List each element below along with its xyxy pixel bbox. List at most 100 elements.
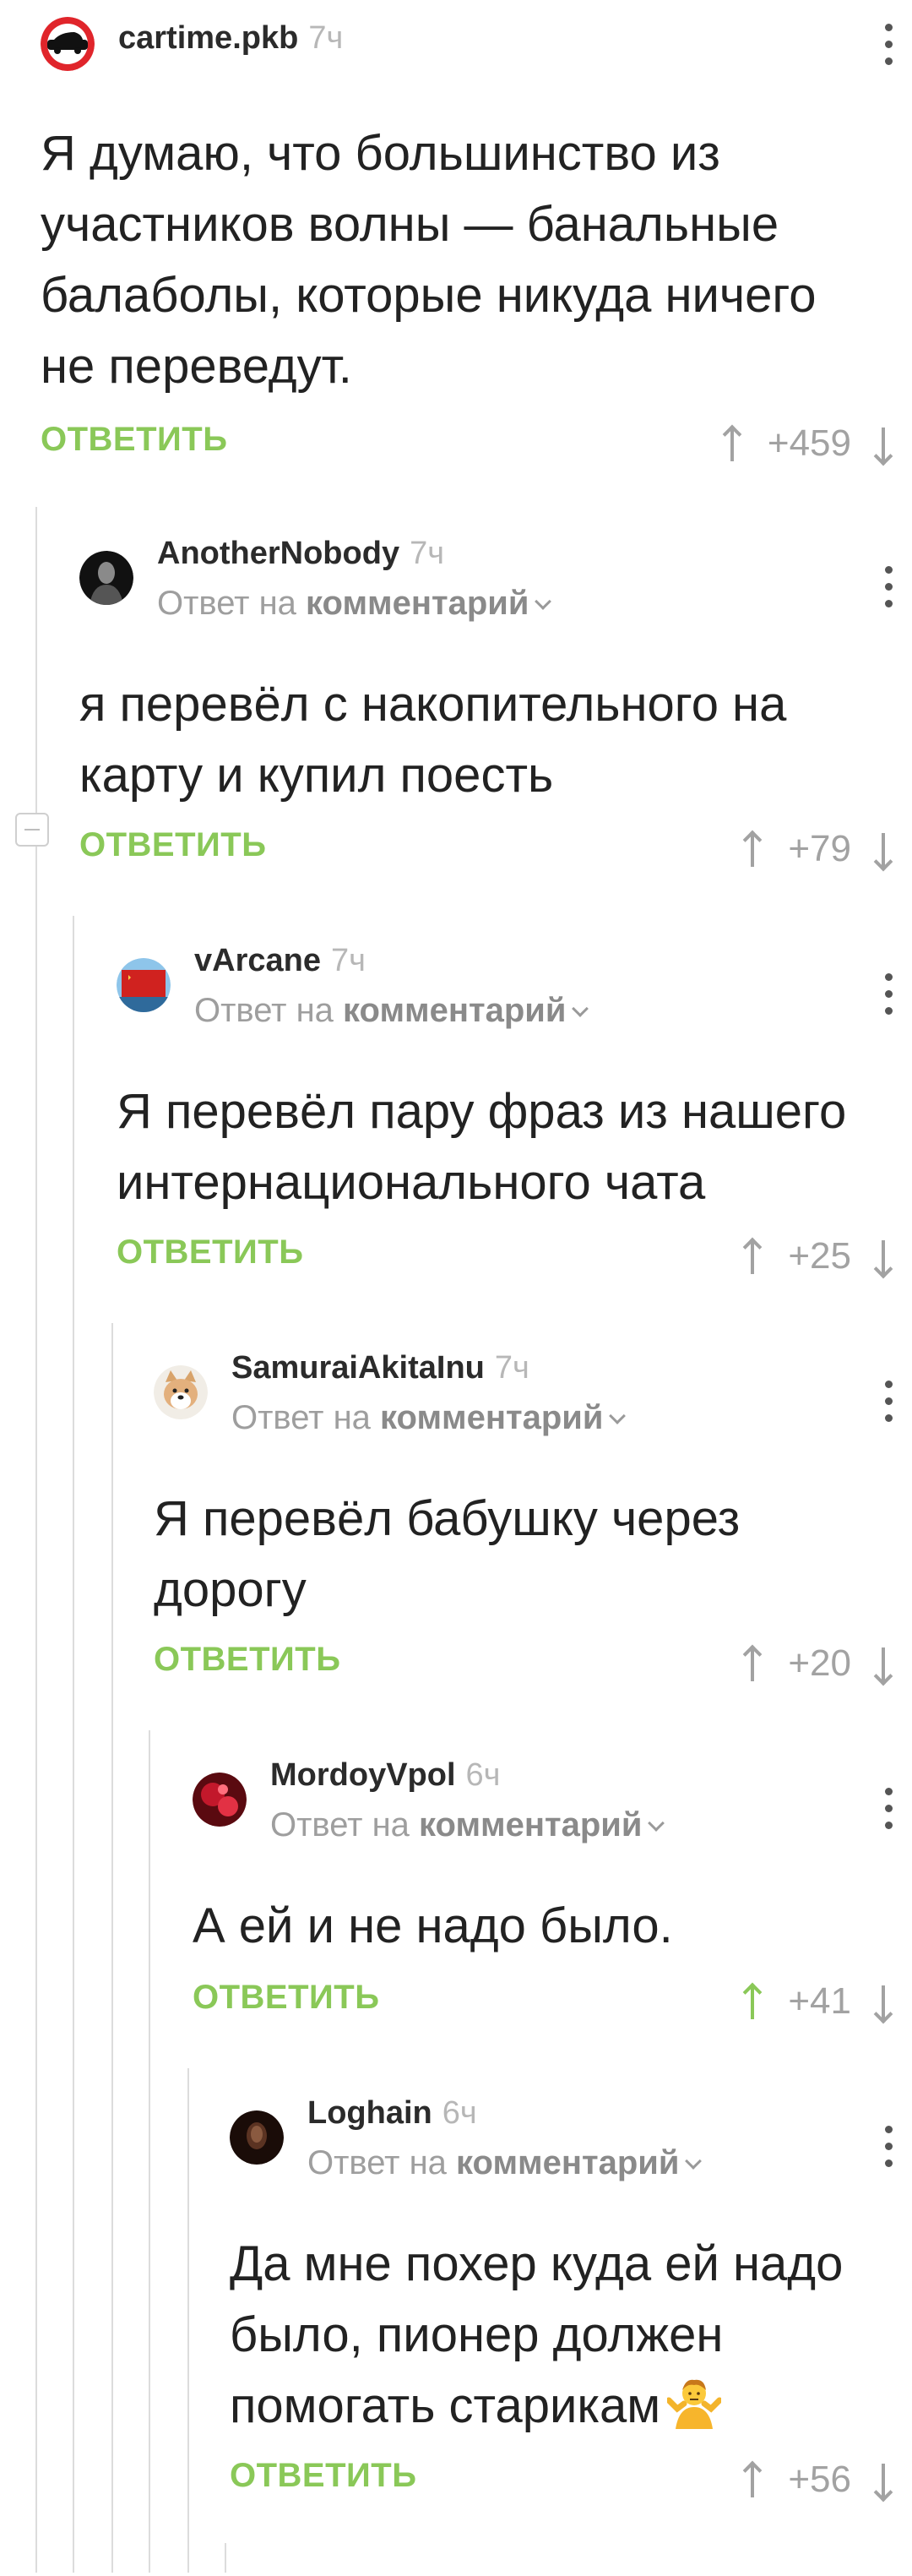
user-avatar-icon bbox=[79, 551, 133, 605]
reply-to-label: Ответ на bbox=[270, 1806, 410, 1844]
reply-to-target: комментарий bbox=[456, 2144, 680, 2181]
reply-button[interactable]: ОТВЕТИТЬ bbox=[193, 1979, 379, 2017]
downvote-arrow-icon[interactable] bbox=[873, 1642, 893, 1685]
comment-actions: ОТВЕТИТЬ +25 bbox=[117, 1234, 912, 1284]
upvote-arrow-icon[interactable] bbox=[742, 2459, 763, 2501]
nick-text: cartime.pkb bbox=[118, 20, 299, 56]
more-options-icon[interactable] bbox=[883, 2126, 893, 2173]
avatar[interactable] bbox=[230, 2110, 284, 2165]
more-options-icon[interactable] bbox=[883, 24, 893, 71]
avatar[interactable] bbox=[154, 1365, 208, 1419]
text-line: карту и купил поесть bbox=[79, 748, 554, 803]
comment-text: А ей и не надо было. bbox=[193, 1891, 673, 1962]
nick-text: vArcane bbox=[194, 943, 321, 978]
comment: MordoyVpol 6ч Ответ на комментарий А ей и… bbox=[193, 1754, 912, 2058]
comment-text: Да мне похер куда ей надо было, пионер д… bbox=[230, 2229, 843, 2442]
author-nick[interactable]: AnotherNobody 7ч bbox=[157, 536, 444, 572]
reply-button[interactable]: ОТВЕТИТЬ bbox=[230, 2457, 416, 2495]
abstract-avatar-icon bbox=[193, 1773, 247, 1827]
person-shrugging-emoji-icon bbox=[667, 2379, 722, 2429]
nick-text: MordoyVpol bbox=[270, 1757, 456, 1793]
comment-header: cartime.pkb 7ч bbox=[41, 17, 912, 93]
author-nick[interactable]: cartime.pkb 7ч bbox=[118, 20, 343, 57]
downvote-arrow-icon[interactable] bbox=[873, 1980, 893, 2023]
upvote-arrow-icon[interactable] bbox=[742, 828, 763, 870]
author-nick[interactable]: vArcane 7ч bbox=[194, 943, 366, 979]
car-logo-icon bbox=[41, 17, 95, 71]
reply-button[interactable]: ОТВЕТИТЬ bbox=[41, 421, 227, 459]
comment-actions: ОТВЕТИТЬ +459 bbox=[41, 421, 912, 471]
comment-time: 7ч bbox=[330, 943, 366, 978]
reply-to-link[interactable]: Ответ на комментарий bbox=[231, 1399, 627, 1437]
avatar[interactable] bbox=[79, 551, 133, 605]
author-nick[interactable]: MordoyVpol 6ч bbox=[270, 1757, 500, 1794]
comment-time: 7ч bbox=[494, 1350, 529, 1386]
comment: cartime.pkb 7ч Я думаю, что большинство и… bbox=[41, 17, 912, 473]
upvote-arrow-icon[interactable] bbox=[742, 1235, 763, 1277]
reply-button[interactable]: ОТВЕТИТЬ bbox=[79, 826, 266, 864]
reply-to-link[interactable]: Ответ на комментарий bbox=[307, 2144, 703, 2182]
chevron-down-icon bbox=[609, 1408, 627, 1424]
reply-to-target: комментарий bbox=[306, 585, 529, 622]
more-options-icon[interactable] bbox=[883, 1381, 893, 1428]
reply-button[interactable]: ОТВЕТИТЬ bbox=[154, 1641, 340, 1679]
avatar[interactable] bbox=[41, 17, 95, 71]
comment-actions: ОТВЕТИТЬ +20 bbox=[154, 1641, 912, 1691]
chevron-down-icon bbox=[572, 1000, 589, 1017]
thread-line-level-6 bbox=[225, 2543, 226, 2573]
nick-text: SamuraiAkitaInu bbox=[231, 1350, 485, 1386]
text-line-content: помогать старикам bbox=[230, 2378, 661, 2433]
portrait-avatar-icon bbox=[230, 2110, 284, 2165]
comment-text: Я перевёл бабушку через дорогу bbox=[154, 1484, 740, 1626]
vote-control: +459 bbox=[722, 421, 893, 471]
downvote-arrow-icon[interactable] bbox=[873, 2459, 893, 2501]
reply-to-target: комментарий bbox=[419, 1806, 643, 1844]
comment-time: 7ч bbox=[410, 536, 445, 571]
thread-line-level-5 bbox=[187, 2068, 189, 2573]
more-options-icon[interactable] bbox=[883, 973, 893, 1021]
comment-text: Я перевёл пару фраз из нашего интернацио… bbox=[117, 1076, 846, 1218]
vote-control: +79 bbox=[742, 826, 893, 877]
reply-to-link[interactable]: Ответ на комментарий bbox=[194, 992, 589, 1030]
rating-count: +56 bbox=[788, 2459, 851, 2501]
collapse-thread-button[interactable] bbox=[15, 813, 49, 847]
chevron-down-icon bbox=[685, 2153, 703, 2170]
reply-button[interactable]: ОТВЕТИТЬ bbox=[117, 1234, 303, 1272]
vote-control: +20 bbox=[742, 1641, 893, 1691]
vote-control: +41 bbox=[742, 1979, 893, 2029]
reply-to-link[interactable]: Ответ на комментарий bbox=[157, 585, 552, 623]
upvote-arrow-icon[interactable] bbox=[742, 1642, 763, 1685]
more-options-icon[interactable] bbox=[883, 1788, 893, 1835]
rating-count: +41 bbox=[788, 1980, 851, 2023]
text-line: дорогу bbox=[154, 1562, 307, 1617]
comment-text: я перевёл с накопительного на карту и ку… bbox=[79, 669, 786, 811]
comment-text: Я думаю, что большинство из участников в… bbox=[41, 118, 816, 402]
downvote-arrow-icon[interactable] bbox=[873, 828, 893, 870]
rating-count: +79 bbox=[788, 828, 851, 870]
vote-control: +56 bbox=[742, 2457, 893, 2508]
more-options-icon[interactable] bbox=[883, 566, 893, 613]
avatar[interactable] bbox=[117, 958, 171, 1012]
text-line: А ей и не надо было. bbox=[193, 1898, 673, 1953]
text-line: не переведут. bbox=[41, 339, 352, 394]
author-nick[interactable]: SamuraiAkitaInu 7ч bbox=[231, 1350, 529, 1386]
comment: AnotherNobody 7ч Ответ на комментарий я п… bbox=[79, 532, 912, 904]
comment-actions: ОТВЕТИТЬ +56 bbox=[230, 2457, 912, 2508]
reply-to-target: комментарий bbox=[380, 1399, 604, 1436]
text-line: Да мне похер куда ей надо bbox=[230, 2236, 844, 2291]
text-line: балаболы, которые никуда ничего bbox=[41, 268, 817, 323]
chevron-down-icon bbox=[648, 1815, 665, 1832]
text-line: интернационального чата bbox=[117, 1155, 706, 1210]
downvote-arrow-icon[interactable] bbox=[873, 1235, 893, 1277]
upvote-arrow-icon[interactable] bbox=[742, 1980, 763, 2023]
downvote-arrow-icon[interactable] bbox=[873, 422, 893, 465]
author-nick[interactable]: Loghain 6ч bbox=[307, 2095, 477, 2132]
reply-to-label: Ответ на bbox=[194, 992, 334, 1029]
upvote-arrow-icon[interactable] bbox=[722, 422, 742, 465]
comment: vArcane 7ч Ответ на комментарий Я перевёл… bbox=[117, 939, 912, 1311]
thread-line-level-2 bbox=[73, 916, 74, 2573]
avatar[interactable] bbox=[193, 1773, 247, 1827]
comment-time: 6ч bbox=[442, 2095, 477, 2131]
reply-to-link[interactable]: Ответ на комментарий bbox=[270, 1806, 665, 1844]
comment-header: MordoyVpol 6ч Ответ на комментарий bbox=[193, 1754, 912, 1844]
